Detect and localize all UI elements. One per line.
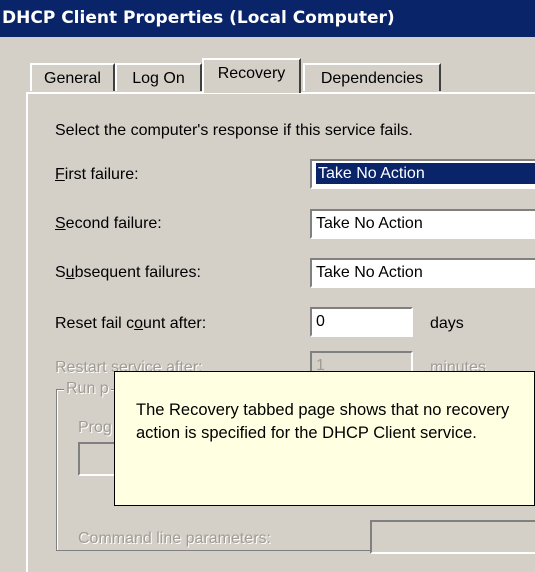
reset-fail-count-label: Reset fail count after: [55,315,207,332]
tab-general-label: General [44,70,101,87]
first-failure-value: Take No Action [316,163,535,184]
tab-general[interactable]: General [30,63,115,91]
program-label: Prog [78,419,112,436]
tab-dependencies-label: Dependencies [320,70,424,87]
subsequent-failures-value: Take No Action [316,264,423,281]
tab-recovery-label: Recovery [217,65,286,82]
command-line-parameters-label: Command line parameters: [78,530,271,547]
second-failure-label: Second failure: [55,215,162,232]
instruction-text: Select the computer's response if this s… [55,122,413,139]
command-line-parameters-input [370,520,535,554]
tab-log-on[interactable]: Log On [115,63,202,91]
reset-fail-count-value: 0 [316,313,325,330]
window-title: DHCP Client Properties (Local Computer) [2,8,395,28]
tab-recovery[interactable]: Recovery [202,58,301,93]
first-failure-select[interactable]: Take No Action [310,159,535,189]
tab-dependencies[interactable]: Dependencies [303,63,441,91]
tab-log-on-label: Log On [132,70,185,87]
first-failure-label: First failure: [55,166,139,183]
subsequent-failures-label: Subsequent failures: [55,264,201,281]
info-tooltip: The Recovery tabbed page shows that no r… [114,371,535,506]
second-failure-select[interactable]: Take No Action [310,209,535,239]
run-program-group-label: Run p [64,380,111,398]
reset-fail-count-unit: days [430,315,464,332]
second-failure-value: Take No Action [316,215,423,232]
tooltip-text: The Recovery tabbed page shows that no r… [136,401,510,442]
window-title-bar[interactable]: DHCP Client Properties (Local Computer) [0,0,535,37]
subsequent-failures-select[interactable]: Take No Action [310,258,535,288]
reset-fail-count-input[interactable]: 0 [310,307,413,337]
